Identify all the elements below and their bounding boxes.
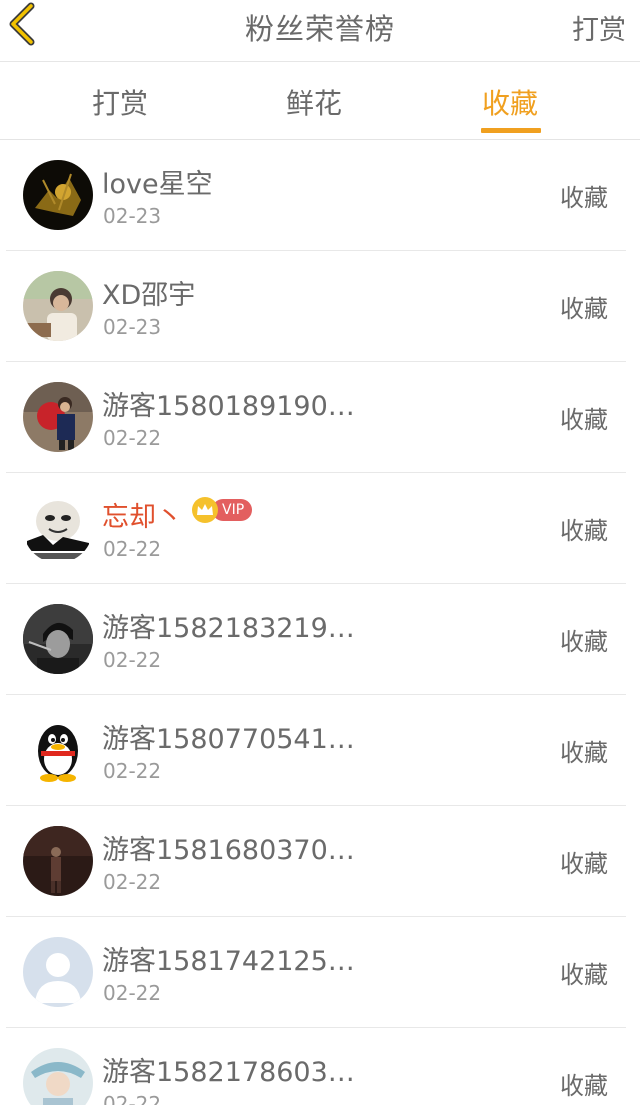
list-item[interactable]: 游客1581680370… 02-22 收藏 — [6, 806, 626, 917]
date-label: 02-22 — [103, 759, 162, 783]
date-label: 02-22 — [103, 981, 162, 1005]
tab-bar: 打赏 鲜花 收藏 — [0, 62, 640, 140]
date-label: 02-22 — [103, 648, 162, 672]
user-name: 忘却丶 — [102, 502, 183, 533]
list-item[interactable]: 忘却丶 VIP 02-22 收藏 — [6, 473, 626, 584]
list-item[interactable]: 游客1580770541… 02-22 收藏 — [6, 695, 626, 806]
tab-flowers[interactable]: 鲜花 — [286, 82, 342, 122]
user-name: love星空 — [102, 169, 213, 200]
avatar[interactable] — [23, 493, 93, 563]
fan-list: love星空 02-23 收藏 XD邵宇 02-23 收藏 游客15801891… — [0, 140, 640, 1105]
date-label: 02-22 — [103, 537, 162, 561]
user-name: 游客1581742125… — [102, 946, 355, 977]
avatar[interactable] — [23, 160, 93, 230]
avatar[interactable] — [23, 826, 93, 896]
favorite-label: 收藏 — [560, 850, 608, 878]
favorite-label: 收藏 — [560, 184, 608, 212]
list-item[interactable]: love星空 02-23 收藏 — [6, 140, 626, 251]
date-label: 02-22 — [103, 1092, 162, 1105]
favorite-label: 收藏 — [560, 628, 608, 656]
list-item[interactable]: 游客1581742125… 02-22 收藏 — [6, 917, 626, 1028]
date-label: 02-22 — [103, 870, 162, 894]
favorite-label: 收藏 — [560, 1072, 608, 1100]
active-tab-indicator — [481, 128, 541, 133]
page-title: 粉丝荣誉榜 — [244, 12, 395, 46]
date-label: 02-23 — [103, 315, 162, 339]
vip-label: VIP — [212, 499, 253, 521]
favorite-label: 收藏 — [560, 739, 608, 767]
crown-icon — [192, 497, 218, 523]
favorite-label: 收藏 — [560, 406, 608, 434]
qq-penguin-icon — [23, 715, 93, 785]
user-name: XD邵宇 — [102, 280, 196, 311]
date-label: 02-22 — [103, 426, 162, 450]
user-name: 游客1581680370… — [102, 835, 355, 866]
avatar[interactable] — [23, 382, 93, 452]
favorite-label: 收藏 — [560, 295, 608, 323]
top-bar: 粉丝荣誉榜 打赏 — [0, 0, 640, 62]
list-item[interactable]: XD邵宇 02-23 收藏 — [6, 251, 626, 362]
favorite-label: 收藏 — [560, 517, 608, 545]
favorite-label: 收藏 — [560, 961, 608, 989]
tab-favorites[interactable]: 收藏 — [482, 82, 538, 122]
user-name: 游客1580770541… — [102, 724, 355, 755]
avatar[interactable] — [23, 604, 93, 674]
list-item[interactable]: 游客1582183219… 02-22 收藏 — [6, 584, 626, 695]
date-label: 02-23 — [103, 204, 162, 228]
user-name: 游客1582183219… — [102, 613, 355, 644]
user-name: 游客1582178603… — [102, 1057, 355, 1088]
vip-badge: VIP — [192, 497, 253, 523]
user-name: 游客1580189190… — [102, 391, 355, 422]
avatar[interactable] — [23, 937, 93, 1007]
tab-reward[interactable]: 打赏 — [92, 82, 148, 122]
list-item[interactable]: 游客1582178603… 02-22 收藏 — [6, 1028, 626, 1105]
reward-button[interactable]: 打赏 — [572, 8, 626, 47]
avatar[interactable] — [23, 271, 93, 341]
default-user-icon — [23, 937, 93, 1007]
avatar[interactable] — [23, 1048, 93, 1105]
avatar[interactable] — [23, 715, 93, 785]
list-item[interactable]: 游客1580189190… 02-22 收藏 — [6, 362, 626, 473]
